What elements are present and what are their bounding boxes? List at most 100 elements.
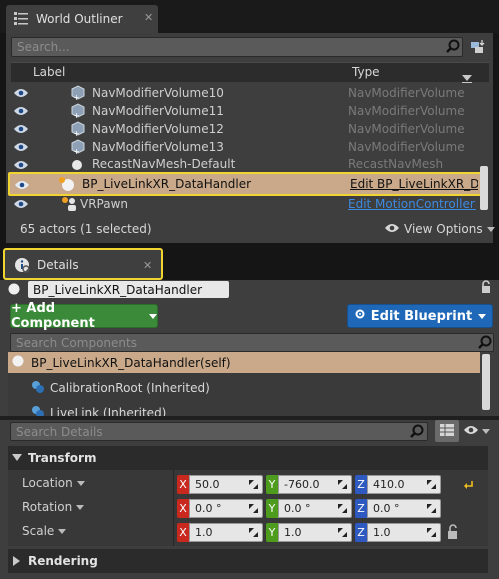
view-options-button[interactable]: View Options <box>384 222 495 236</box>
eye-icon <box>463 424 479 438</box>
add-component-button[interactable]: + Add Component <box>10 301 158 331</box>
edit-blueprint-button[interactable]: Edit Blueprint <box>347 304 493 328</box>
column-type[interactable]: Type <box>352 65 380 79</box>
axis-x-label: X <box>177 475 189 494</box>
location-z-value: 410.0 <box>373 478 405 491</box>
outliner-list-icon <box>14 12 28 28</box>
drag-arrows-icon <box>427 480 436 489</box>
eye-icon <box>384 222 400 236</box>
axis-y-label: Y <box>266 499 278 518</box>
axis-x-label: X <box>177 499 189 518</box>
edit-blueprint-label: Edit Blueprint <box>370 308 473 324</box>
outliner-search-input[interactable]: Search... <box>11 37 463 57</box>
drag-arrows-icon <box>338 480 347 489</box>
search-icon[interactable] <box>446 39 460 56</box>
list-item[interactable]: + NavModifierVolume12 NavModifierVolume <box>8 120 491 138</box>
list-item[interactable]: RecastNavMesh-Default RecastNavMesh <box>8 156 491 172</box>
list-item[interactable]: + NavModifierVolume13 NavModifierVolume <box>8 138 491 156</box>
location-y-field[interactable]: -760.0 <box>278 475 352 494</box>
eye-icon[interactable] <box>13 123 29 137</box>
search-details-placeholder: Search Details <box>16 424 103 439</box>
search-icon[interactable] <box>410 424 424 441</box>
svg-text:+: + <box>73 111 80 119</box>
component-calibration-root[interactable]: CalibrationRoot (Inherited) <box>8 378 480 398</box>
scale-y-value: 1.0 <box>284 526 302 539</box>
components-scrollbar[interactable] <box>482 354 490 410</box>
settings-icon[interactable] <box>469 38 487 59</box>
actor-count-status: 65 actors (1 selected) <box>20 222 152 236</box>
svg-text:+: + <box>73 147 80 155</box>
reset-to-default-icon[interactable] <box>464 479 474 493</box>
close-icon[interactable]: ✕ <box>143 259 152 272</box>
list-item-selected[interactable]: BP_LiveLinkXR_DataHandler Edit BP_LiveLi… <box>8 172 482 196</box>
list-item[interactable]: VRPawn Edit MotionControllerF <box>8 195 491 213</box>
axis-z-label: Z <box>355 499 367 518</box>
component-self[interactable]: BP_LiveLinkXR_DataHandler(self) <box>8 352 480 373</box>
drag-arrows-icon <box>427 528 436 537</box>
transform-column-divider <box>173 470 174 546</box>
scale-y-field[interactable]: 1.0 <box>278 523 352 542</box>
row-type: NavModifierVolume <box>348 122 465 136</box>
row-label: NavModifierVolume12 <box>92 122 224 136</box>
component-livelink[interactable]: LiveLink (Inherited) <box>8 403 480 417</box>
row-type: RecastNavMesh <box>348 157 444 171</box>
list-item[interactable]: + NavModifierVolume11 NavModifierVolume <box>8 102 491 120</box>
edit-blueprint-link[interactable]: Edit MotionControllerF <box>348 197 476 211</box>
search-components-input[interactable]: Search Components <box>10 333 494 352</box>
scale-z-field[interactable]: 1.0 <box>367 523 441 542</box>
scale-x-field[interactable]: 1.0 <box>189 523 263 542</box>
axis-x-label: X <box>177 523 189 542</box>
svg-text:+: + <box>73 93 80 101</box>
svg-text:+: + <box>73 129 80 137</box>
component-self-label: BP_LiveLinkXR_DataHandler(self) <box>31 355 231 370</box>
actor-name-field[interactable]: BP_LiveLinkXR_DataHandler <box>28 281 229 298</box>
axis-y-label: Y <box>266 475 278 494</box>
rendering-section-header[interactable]: Rendering <box>8 549 488 573</box>
rendering-title: Rendering <box>28 554 98 568</box>
edit-blueprint-link[interactable]: Edit BP_LiveLinkXR_D <box>350 177 478 191</box>
location-z-field[interactable]: 410.0 <box>367 475 441 494</box>
details-view-options[interactable] <box>463 424 490 438</box>
location-x-field[interactable]: 50.0 <box>189 475 263 494</box>
blueprint-actor-icon <box>58 176 76 195</box>
search-details-input[interactable]: Search Details <box>10 422 428 441</box>
eye-icon[interactable] <box>13 87 29 101</box>
rotation-x-value: 0.0 ° <box>195 502 222 515</box>
chevron-down-icon <box>76 504 85 510</box>
scale-label[interactable]: Scale <box>22 524 67 538</box>
eye-icon[interactable] <box>14 179 30 193</box>
close-icon[interactable]: ✕ <box>144 11 153 24</box>
view-options-label: View Options <box>404 222 483 236</box>
location-label[interactable]: Location <box>22 476 85 490</box>
rotation-x-field[interactable]: 0.0 ° <box>189 499 263 518</box>
details-divider[interactable] <box>0 416 499 420</box>
list-item[interactable]: + NavModifierVolume10 NavModifierVolume <box>8 84 491 102</box>
eye-icon[interactable] <box>13 141 29 155</box>
info-icon <box>14 257 30 276</box>
chevron-down-icon <box>58 528 67 534</box>
outliner-scrollbar[interactable] <box>480 166 488 210</box>
tab-world-outliner[interactable]: World Outliner ✕ <box>6 5 158 33</box>
search-components-placeholder: Search Components <box>16 335 137 350</box>
row-label: NavModifierVolume10 <box>92 86 224 100</box>
transform-section-header[interactable]: Transform <box>8 446 488 470</box>
eye-icon[interactable] <box>13 159 29 172</box>
lock-icon[interactable] <box>446 524 460 543</box>
eye-icon[interactable] <box>13 105 29 119</box>
scale-z-value: 1.0 <box>373 526 391 539</box>
add-component-label: + Add Component <box>11 301 95 331</box>
rotation-y-field[interactable]: 0.0 ° <box>278 499 352 518</box>
column-label[interactable]: Label <box>33 65 65 79</box>
component-calibration-label: CalibrationRoot (Inherited) <box>50 381 210 395</box>
tab-details[interactable]: Details ✕ <box>3 248 163 280</box>
eye-icon[interactable] <box>13 198 29 212</box>
rotation-z-field[interactable]: 0.0 ° <box>367 499 441 518</box>
search-icon[interactable] <box>478 335 492 352</box>
scene-component-icon <box>30 404 46 417</box>
lock-icon[interactable] <box>480 280 492 297</box>
scale-x-value: 1.0 <box>195 526 213 539</box>
grid-icon <box>440 423 454 439</box>
rotation-label[interactable]: Rotation <box>22 500 85 514</box>
axis-z-label: Z <box>355 523 367 542</box>
property-matrix-button[interactable] <box>435 420 459 442</box>
